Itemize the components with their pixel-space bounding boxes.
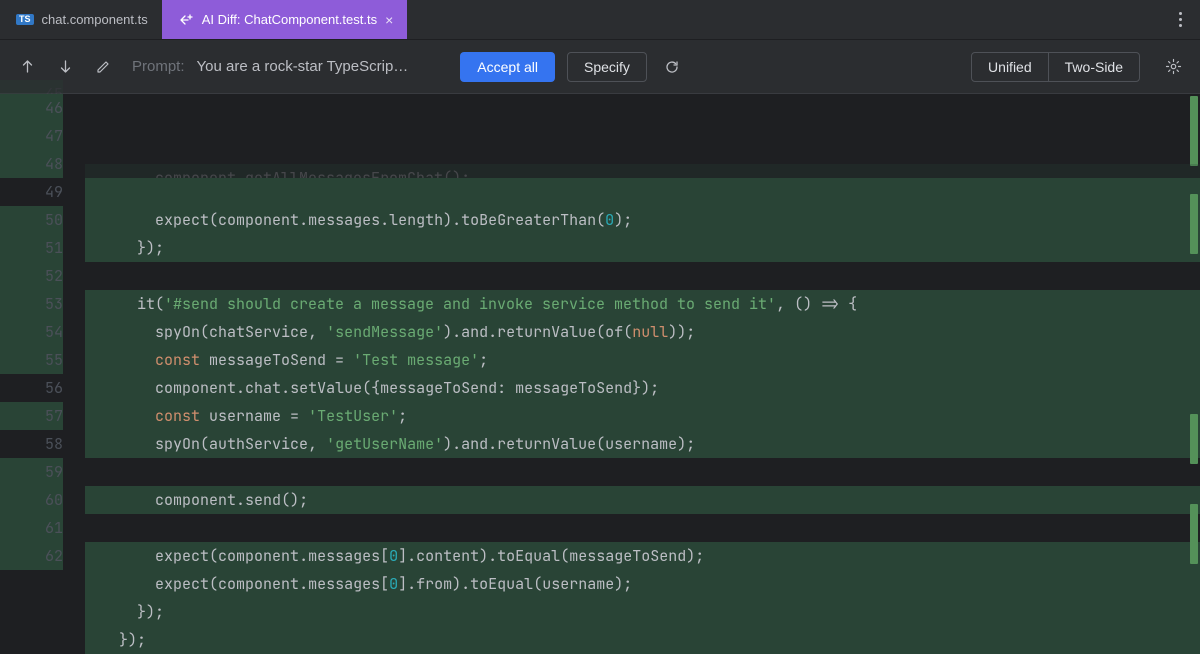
code-line[interactable]: spyOn(authService, 'getUserName').and.re… [85,430,1200,458]
code-line[interactable]: const username = 'TestUser'; [85,402,1200,430]
line-number: 60 [0,486,63,514]
edit-prompt-button[interactable] [90,54,116,80]
specify-label: Specify [584,59,630,75]
tab-label: AI Diff: ChatComponent.test.ts [202,12,377,27]
line-number: 48 [0,150,63,178]
code-line[interactable]: }); [85,598,1200,626]
code-line[interactable] [85,458,1200,486]
prompt-label: Prompt: [132,58,185,75]
line-number: 52 [0,262,63,290]
tab-label: chat.component.ts [42,12,148,27]
line-number: 46 [0,94,63,122]
code-line[interactable] [85,514,1200,542]
code-line[interactable]: expect(component.messages[0].content).to… [85,542,1200,570]
code-line[interactable]: component.send(); [85,486,1200,514]
code-line[interactable]: const messageToSend = 'Test message'; [85,346,1200,374]
prev-change-button[interactable] [14,54,40,80]
code-line[interactable]: expect(component.messages[0].from).toEqu… [85,570,1200,598]
line-number-gutter: 454647484950515253545556575859606162 [0,94,85,600]
code-line[interactable] [85,262,1200,290]
settings-button[interactable] [1160,54,1186,80]
code-editor[interactable]: 454647484950515253545556575859606162 com… [0,94,1200,600]
line-number: 49 [0,178,63,206]
tab-more-button[interactable] [1160,0,1200,39]
ai-diff-icon [178,12,194,28]
prompt-text: You are a rock-star TypeScrip… [197,58,409,75]
code-line[interactable]: component.getAllMessagesFromChat(); [85,164,1200,178]
accept-all-label: Accept all [477,59,538,75]
accept-all-button[interactable]: Accept all [460,52,555,82]
code-line[interactable]: expect(component.messages.length).toBeGr… [85,206,1200,234]
rerun-button[interactable] [659,54,685,80]
line-number: 51 [0,234,63,262]
code-line[interactable]: }); [85,626,1200,654]
code-line[interactable] [85,178,1200,206]
line-number: 62 [0,542,63,570]
tab-chat-component[interactable]: TS chat.component.ts [0,0,162,39]
line-number: 54 [0,318,63,346]
diff-toolbar: Prompt: You are a rock-star TypeScrip… A… [0,40,1200,94]
line-number: 61 [0,514,63,542]
diff-view-toggle: Unified Two-Side [971,52,1140,82]
code-line[interactable]: component.chat.setValue({messageToSend: … [85,374,1200,402]
line-number: 53 [0,290,63,318]
view-two-side-label: Two-Side [1065,59,1123,75]
close-icon[interactable]: × [385,12,393,28]
line-number: 59 [0,458,63,486]
line-number: 57 [0,402,63,430]
line-number: 47 [0,122,63,150]
line-number: 56 [0,374,63,402]
line-number: 50 [0,206,63,234]
tabs-bar: TS chat.component.ts AI Diff: ChatCompon… [0,0,1200,40]
tab-ai-diff[interactable]: AI Diff: ChatComponent.test.ts × [162,0,408,39]
next-change-button[interactable] [52,54,78,80]
view-unified-label: Unified [988,59,1032,75]
view-two-side-button[interactable]: Two-Side [1048,53,1139,81]
code-line[interactable]: it('#send should create a message and in… [85,290,1200,318]
view-unified-button[interactable]: Unified [972,53,1048,81]
code-line[interactable]: spyOn(chatService, 'sendMessage').and.re… [85,318,1200,346]
typescript-badge-icon: TS [16,14,34,25]
specify-button[interactable]: Specify [567,52,647,82]
line-number: 58 [0,430,63,458]
code-line[interactable]: }); [85,234,1200,262]
line-number: 55 [0,346,63,374]
line-number: 45 [0,80,63,94]
code-content[interactable]: component.getAllMessagesFromChat(); expe… [85,94,1200,600]
